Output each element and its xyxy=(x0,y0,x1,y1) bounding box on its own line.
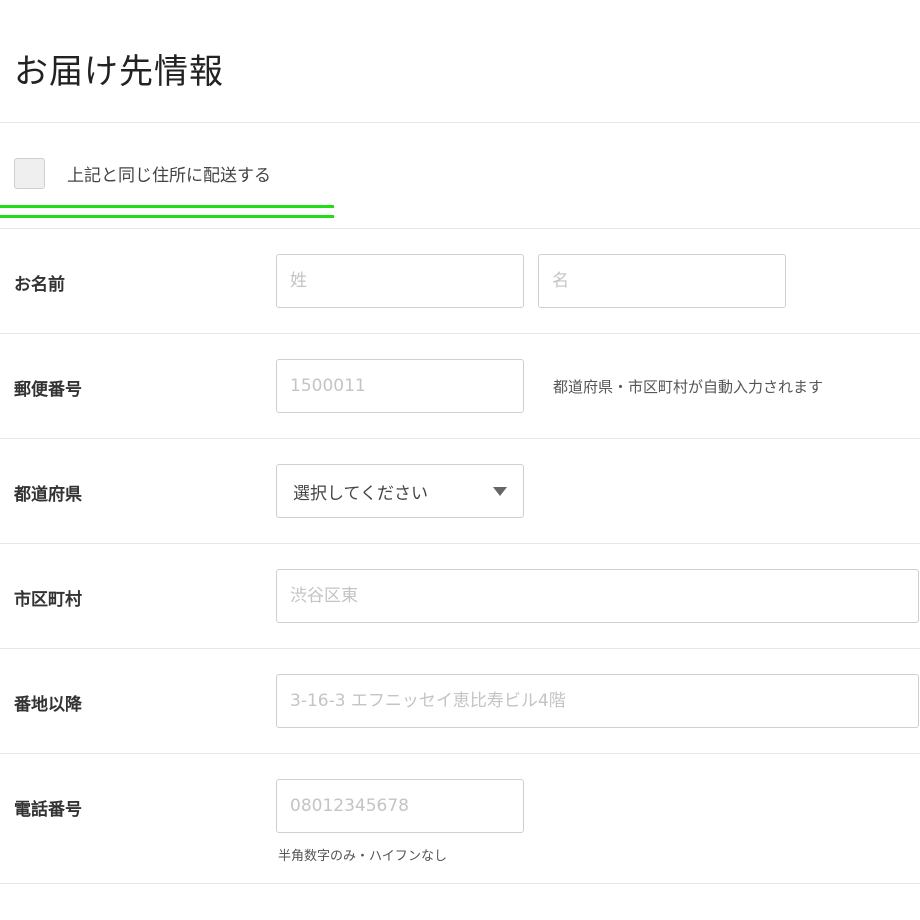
name-row: お名前 xyxy=(0,228,920,333)
phone-label: 電話番号 xyxy=(14,800,82,820)
street-label: 番地以降 xyxy=(14,695,82,715)
same-address-checkbox[interactable] xyxy=(14,157,45,189)
city-row: 市区町村 xyxy=(0,543,920,648)
name-label: お名前 xyxy=(14,275,65,295)
phone-row: 電話番号 半角数字のみ・ハイフンなし xyxy=(0,753,920,883)
prefecture-row: 都道府県 選択してください xyxy=(0,438,920,543)
page-title: お届け先情報 xyxy=(14,52,224,92)
first-name-input[interactable] xyxy=(538,254,786,308)
postal-hint: 都道府県・市区町村が自動入力されます xyxy=(553,378,824,396)
prefecture-select[interactable]: 選択してください xyxy=(276,464,524,518)
postal-code-input[interactable] xyxy=(276,359,524,413)
divider xyxy=(0,883,920,884)
same-address-label: 上記と同じ住所に配送する xyxy=(67,165,271,186)
highlight-underline xyxy=(0,205,334,208)
phone-hint: 半角数字のみ・ハイフンなし xyxy=(278,849,448,864)
street-input[interactable] xyxy=(276,674,919,728)
prefecture-selected-value: 選択してください xyxy=(293,483,428,504)
divider xyxy=(0,122,920,123)
street-row: 番地以降 xyxy=(0,648,920,753)
postal-label: 郵便番号 xyxy=(14,380,82,400)
city-label: 市区町村 xyxy=(14,590,82,610)
city-input[interactable] xyxy=(276,569,919,623)
phone-input[interactable] xyxy=(276,779,524,833)
postal-row: 郵便番号 都道府県・市区町村が自動入力されます xyxy=(0,333,920,438)
same-address-option[interactable]: 上記と同じ住所に配送する xyxy=(14,156,271,190)
prefecture-label: 都道府県 xyxy=(14,485,82,505)
highlight-underline xyxy=(0,215,334,218)
last-name-input[interactable] xyxy=(276,254,524,308)
caret-down-icon xyxy=(493,486,507,496)
